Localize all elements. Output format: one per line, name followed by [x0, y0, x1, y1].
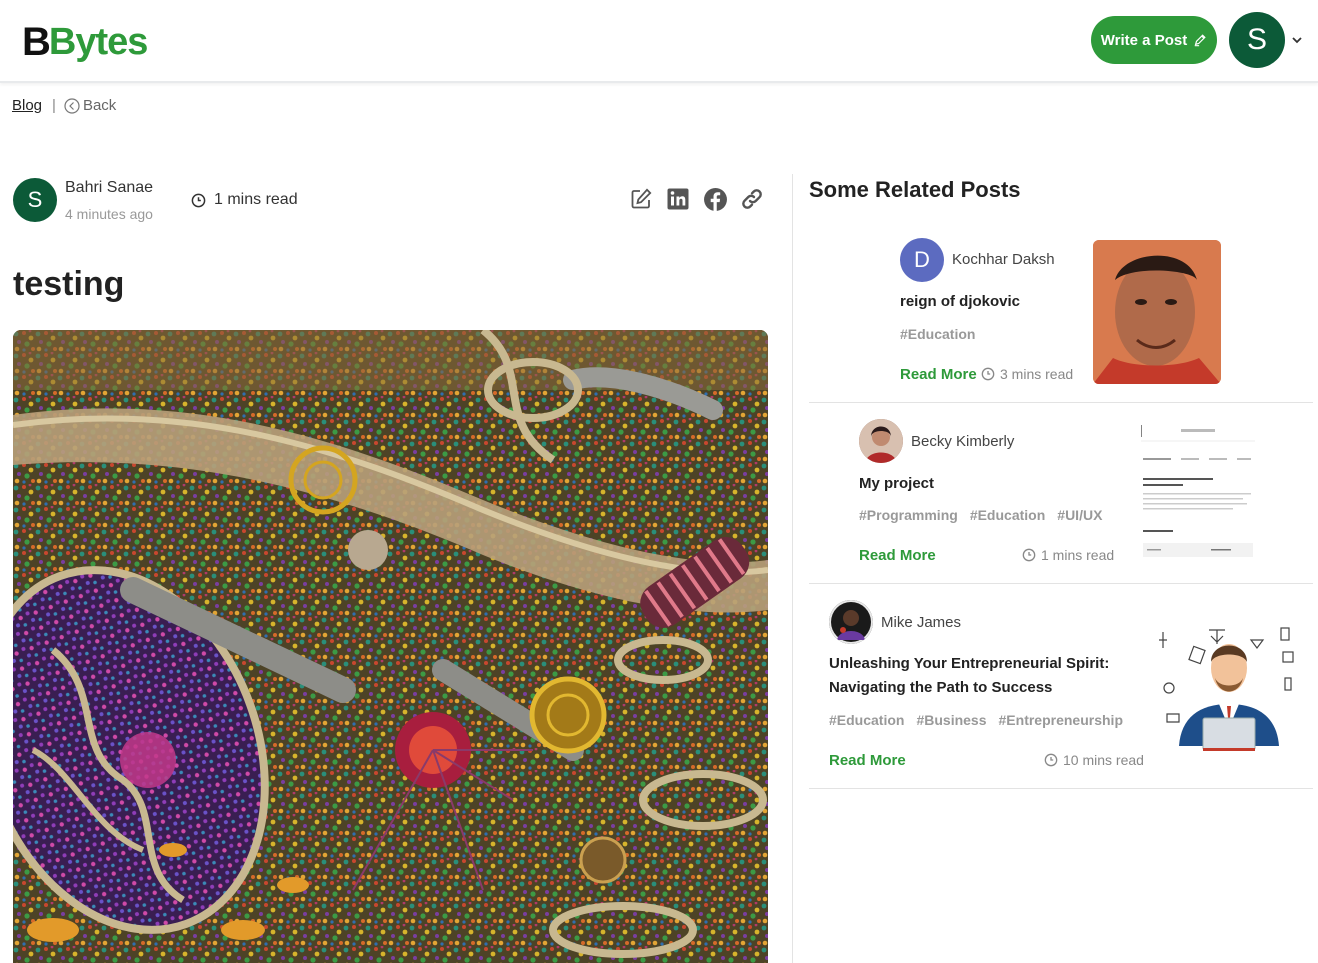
- tag[interactable]: #Entrepreneurship: [999, 712, 1123, 728]
- breadcrumb-blog-link[interactable]: Blog: [12, 97, 42, 114]
- read-time-label: 1 mins read: [1041, 547, 1115, 563]
- author-initial: S: [27, 187, 43, 212]
- author-name[interactable]: Kochhar Daksh: [952, 251, 1055, 268]
- tag[interactable]: #Programming: [859, 507, 958, 523]
- read-time: 1 mins read: [1022, 547, 1114, 563]
- related-post-title[interactable]: reign of djokovic: [900, 290, 1020, 314]
- related-posts-heading: Some Related Posts: [809, 177, 1021, 202]
- tag[interactable]: #UI/UX: [1057, 507, 1102, 523]
- chevron-down-icon[interactable]: [1290, 33, 1304, 47]
- clock-icon: [1044, 753, 1058, 767]
- tag[interactable]: #Education: [970, 507, 1045, 523]
- read-time-label: 1 mins read: [214, 191, 298, 208]
- clock-icon: [981, 367, 995, 381]
- tag[interactable]: #Education: [900, 326, 975, 342]
- write-post-button[interactable]: Write a Post: [1091, 16, 1217, 64]
- author-initial: D: [914, 247, 930, 272]
- tag[interactable]: #Education: [829, 712, 904, 728]
- back-label: Back: [82, 97, 117, 114]
- author-name[interactable]: Becky Kimberly: [911, 433, 1014, 450]
- read-time-label: 3 mins read: [1000, 366, 1074, 382]
- logo-b: B: [22, 20, 51, 64]
- related-post-card[interactable]: D Kochhar Daksh reign of djokovic #Educa…: [809, 224, 1313, 403]
- logo-text: Bytes: [48, 21, 148, 63]
- back-link[interactable]: Back: [64, 97, 116, 114]
- read-more-link[interactable]: Read More: [829, 752, 906, 769]
- tag-list: #Education: [900, 326, 975, 342]
- breadcrumb-separator: |: [52, 97, 56, 114]
- related-post-card[interactable]: Mike James Unleashing Your Entrepreneuri…: [809, 584, 1313, 789]
- post-title: testing: [13, 265, 125, 303]
- author-name[interactable]: Mike James: [881, 614, 961, 631]
- pen-icon: [1194, 34, 1206, 47]
- post-cover-image: [13, 330, 768, 963]
- user-initial: S: [1246, 23, 1267, 56]
- post-time-ago: 4 minutes ago: [65, 206, 153, 222]
- top-navbar: B Bytes Write a Post S: [0, 0, 1318, 83]
- related-post-title[interactable]: Unleashing Your Entrepreneurial Spirit: …: [829, 652, 1129, 700]
- tag-list: #Education #Business #Entrepreneurship: [829, 712, 1123, 728]
- author-avatar[interactable]: [859, 419, 903, 463]
- read-time: 1 mins read: [191, 191, 298, 209]
- author-avatar[interactable]: S: [13, 178, 57, 222]
- read-time: 3 mins read: [981, 366, 1073, 382]
- breadcrumb: Blog | Back: [12, 97, 116, 114]
- chevron-left-circle-icon: [64, 97, 80, 114]
- read-time-label: 10 mins read: [1063, 752, 1144, 768]
- author-name[interactable]: Bahri Sanae: [65, 179, 153, 197]
- read-more-link[interactable]: Read More: [859, 547, 936, 564]
- edit-icon[interactable]: [628, 186, 654, 212]
- facebook-icon[interactable]: [702, 186, 728, 212]
- user-avatar[interactable]: S: [1229, 12, 1285, 68]
- tag-list: #Programming #Education #UI/UX: [859, 507, 1102, 523]
- related-post-card[interactable]: Becky Kimberly My project #Programming #…: [809, 403, 1313, 584]
- share-toolbar: [628, 186, 765, 212]
- write-post-label: Write a Post: [1100, 31, 1188, 49]
- related-post-thumbnail[interactable]: [1141, 423, 1255, 559]
- clock-icon: [1022, 548, 1036, 562]
- link-icon[interactable]: [739, 186, 765, 212]
- tag[interactable]: #Business: [916, 712, 986, 728]
- read-more-link[interactable]: Read More: [900, 366, 977, 383]
- related-post-thumbnail[interactable]: [1093, 240, 1221, 384]
- related-post-thumbnail[interactable]: [1159, 618, 1299, 758]
- related-post-title[interactable]: My project: [859, 472, 934, 496]
- clock-icon: [191, 193, 206, 207]
- bytes-logo[interactable]: B Bytes: [22, 18, 148, 64]
- column-divider: [792, 174, 793, 963]
- author-avatar[interactable]: D: [900, 238, 944, 282]
- linkedin-icon[interactable]: [665, 186, 691, 212]
- author-avatar[interactable]: [829, 600, 873, 644]
- read-time: 10 mins read: [1044, 752, 1144, 768]
